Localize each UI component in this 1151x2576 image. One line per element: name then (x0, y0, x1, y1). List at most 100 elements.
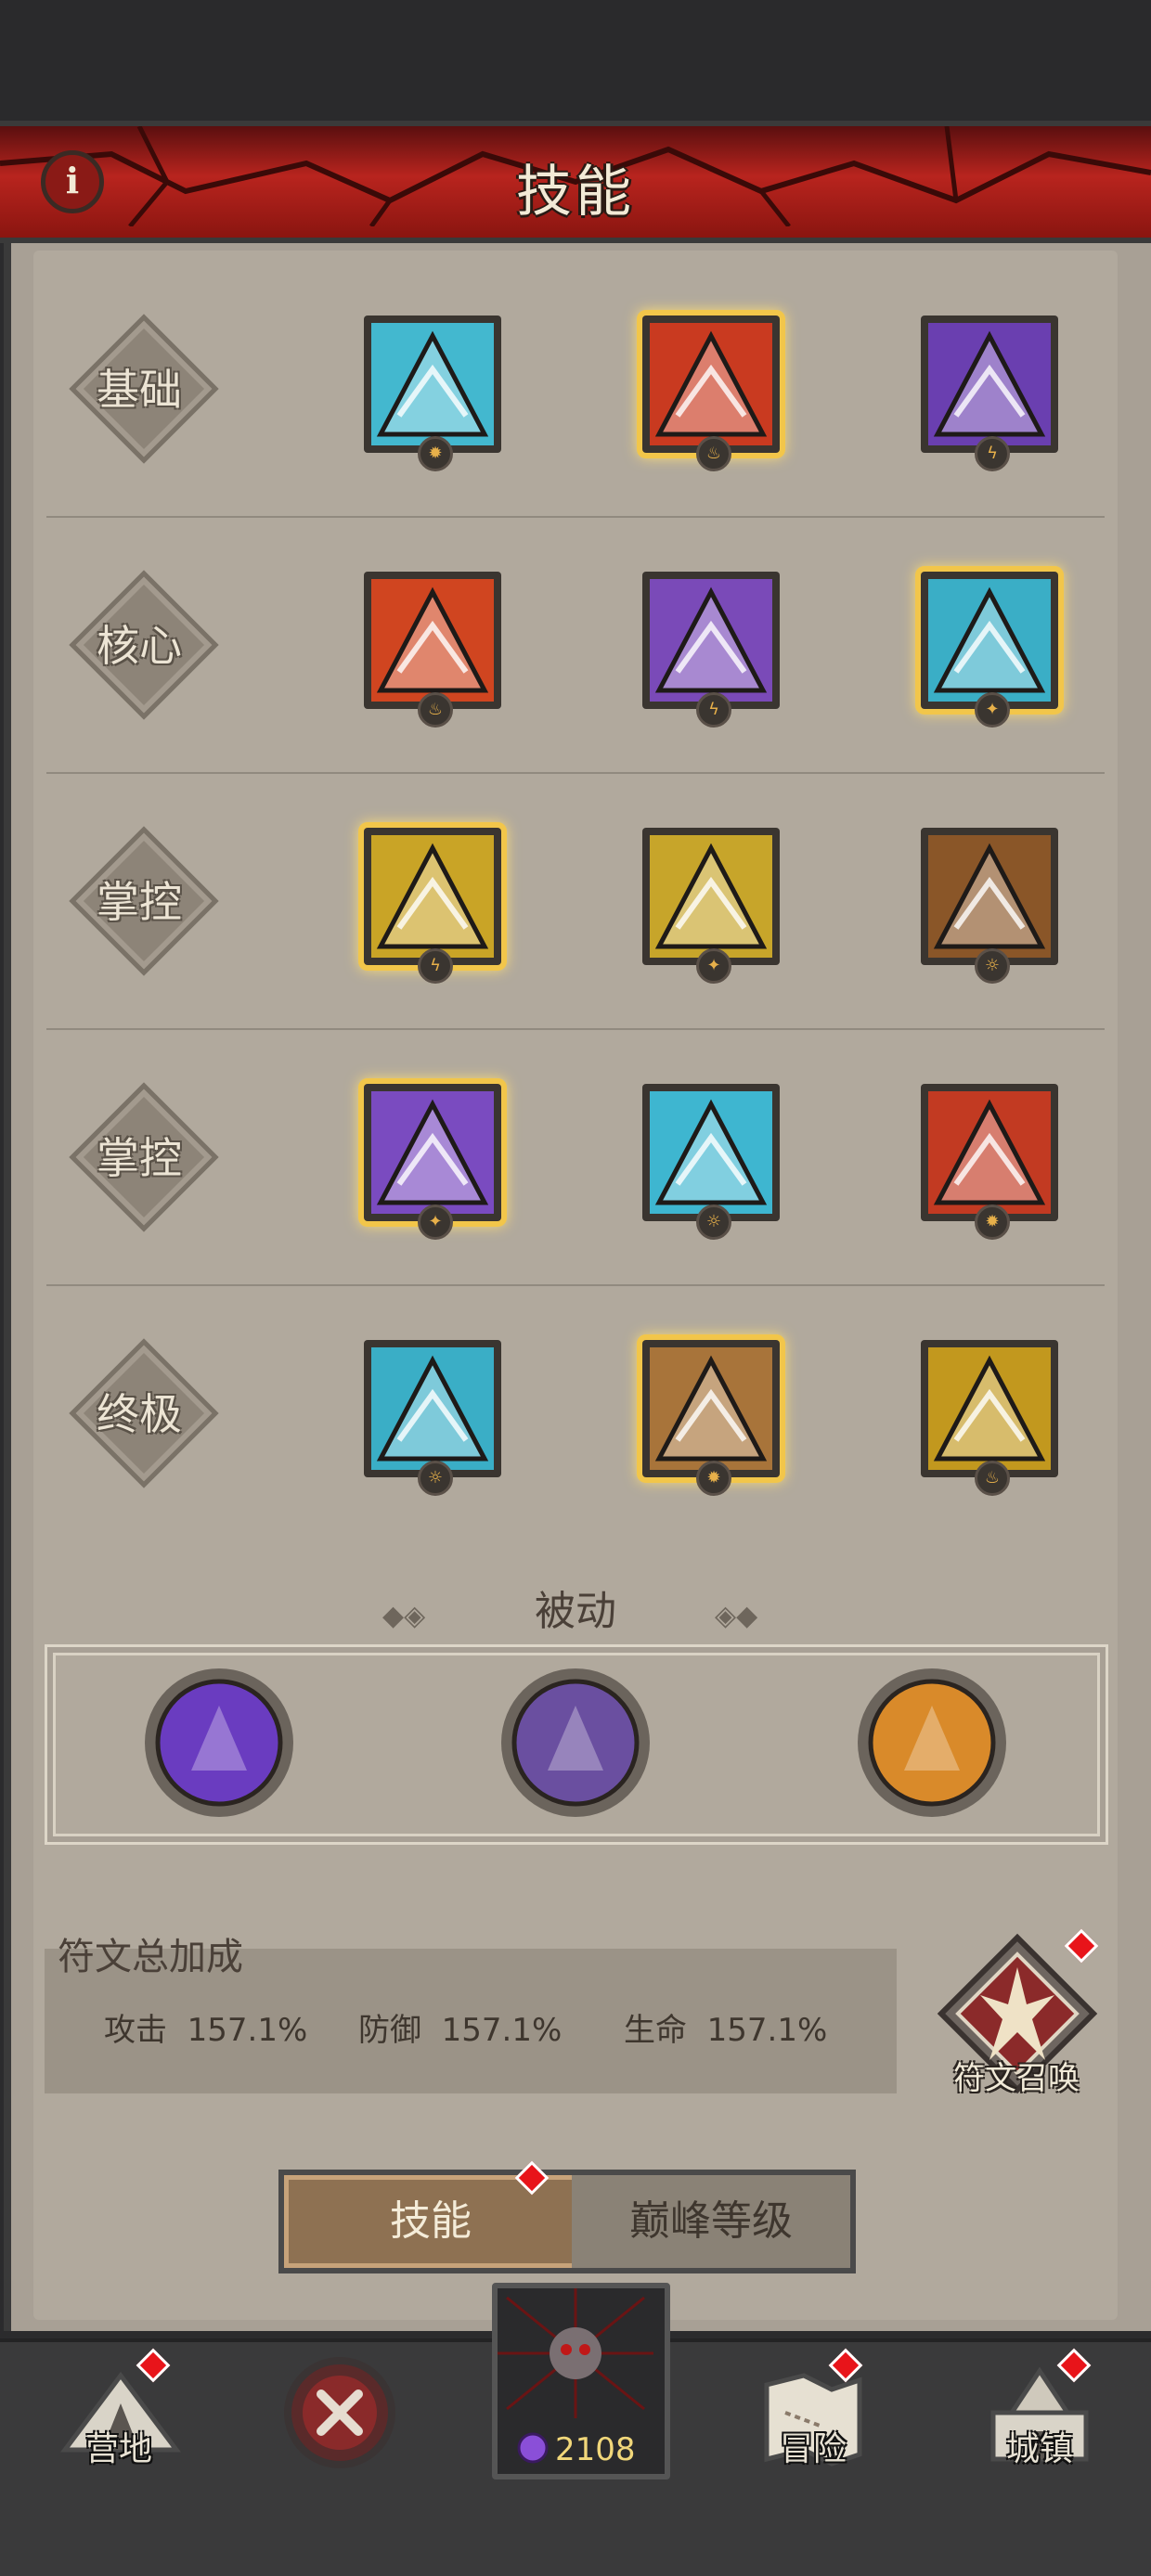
skill-frame (921, 1084, 1058, 1221)
row-divider (46, 516, 1105, 518)
row-label: 基础 (97, 365, 182, 415)
close-icon[interactable] (275, 2348, 405, 2478)
skill-slot[interactable]: ♨ (355, 562, 511, 728)
element-badge-icon: ♨ (696, 436, 731, 471)
page-title: 技能 (516, 160, 635, 225)
passive-skill[interactable] (145, 1668, 293, 1817)
element-badge-icon: ✦ (696, 948, 731, 984)
golden-spirit-skill-icon (650, 835, 772, 958)
rune-stat-label: 攻击 (104, 2012, 167, 2049)
row-divider (46, 1284, 1105, 1286)
element-badge-icon: ϟ (975, 436, 1010, 471)
lightning-bolt-skill-icon (928, 323, 1051, 445)
passive-title: 被动 (535, 1588, 616, 1635)
row-divider (46, 1028, 1105, 1030)
row-label: 掌控 (97, 877, 182, 927)
row-label-badge: 掌控 (65, 1078, 219, 1232)
element-badge-icon: ☼ (418, 1461, 453, 1496)
element-badge-icon: ✹ (696, 1461, 731, 1496)
skill-frame (364, 1084, 501, 1221)
skill-slot[interactable]: ✹ (912, 1075, 1067, 1240)
skill-slot[interactable]: ϟ (633, 562, 789, 728)
thunder-fist-skill-icon (650, 579, 772, 702)
skill-slot[interactable]: ϟ (355, 818, 511, 984)
row-label-badge: 终极 (65, 1334, 219, 1488)
passive-skill[interactable] (501, 1668, 650, 1817)
golden-rune-passive-icon (868, 1679, 996, 1807)
fireball-skill-icon (371, 579, 494, 702)
skill-frame (642, 828, 780, 965)
earth-clones-skill-icon (650, 1347, 772, 1470)
element-badge-icon: ☼ (975, 948, 1010, 984)
element-badge-icon: ✦ (418, 1204, 453, 1240)
row-label: 掌控 (97, 1133, 182, 1183)
skill-slot[interactable]: ϟ (912, 306, 1067, 471)
skill-slot[interactable]: ♨ (633, 306, 789, 471)
skill-slot[interactable]: ✦ (912, 562, 1067, 728)
passive-right-ornament: ◈◆ (715, 1600, 758, 1632)
element-badge-icon: ✦ (975, 692, 1010, 728)
nav-town-label: 城镇 (1005, 2430, 1073, 2468)
skill-frame (364, 1340, 501, 1477)
skill-slot[interactable]: ✦ (355, 1075, 511, 1240)
skill-slot[interactable]: ☼ (633, 1075, 789, 1240)
element-badge-icon: ☼ (696, 1204, 731, 1240)
rune-stat-defense: 防御 157.1% (358, 2004, 562, 2050)
rune-stat-label: 生命 (624, 2012, 687, 2049)
earth-vortex-skill-icon (928, 835, 1051, 958)
rune-stat-label: 防御 (358, 2012, 421, 2049)
element-badge-icon: ✹ (418, 436, 453, 471)
element-badge-icon: ♨ (418, 692, 453, 728)
row-label-badge: 核心 (65, 566, 219, 720)
row-divider (46, 772, 1105, 774)
demon-skull-icon (498, 2288, 653, 2418)
soul-gem-icon (517, 2432, 549, 2464)
skill-frame (364, 316, 501, 453)
skill-frame (642, 316, 780, 453)
row-label-badge: 掌控 (65, 822, 219, 976)
tab-peak-level[interactable]: 巅峰等级 (572, 2170, 856, 2273)
row-label-badge: 基础 (65, 310, 219, 464)
golden-avatar-skill-icon (928, 1347, 1051, 1470)
rune-stat-health: 生命 157.1% (624, 2004, 827, 2050)
fire-beast-skill-icon (928, 1091, 1051, 1214)
skill-slot[interactable]: ✹ (633, 1331, 789, 1496)
gem-count: 2108 (555, 2431, 636, 2468)
element-badge-icon: ♨ (975, 1461, 1010, 1496)
golden-crown-skill-icon (371, 835, 494, 958)
skill-frame (364, 828, 501, 965)
skill-frame (642, 1084, 780, 1221)
skill-frame (921, 1340, 1058, 1477)
skill-slot[interactable]: ✹ (355, 306, 511, 471)
skill-slot[interactable]: ✦ (633, 818, 789, 984)
frost-storm-skill-icon (371, 1347, 494, 1470)
skill-slot[interactable]: ☼ (912, 818, 1067, 984)
skill-frame (642, 572, 780, 709)
row-label: 终极 (97, 1389, 182, 1439)
status-area (0, 0, 1151, 121)
skill-frame (642, 1340, 780, 1477)
ice-spike-skill-icon (371, 323, 494, 445)
element-badge-icon: ϟ (696, 692, 731, 728)
fire-claw-skill-icon (650, 323, 772, 445)
skill-frame (921, 828, 1058, 965)
ice-shards-skill-icon (928, 579, 1051, 702)
skill-frame (921, 572, 1058, 709)
skill-slot[interactable]: ☼ (355, 1331, 511, 1496)
rune-stat-value: 157.1% (706, 2012, 828, 2049)
passive-skill[interactable] (858, 1668, 1006, 1817)
hooded-mage-passive-icon (511, 1679, 640, 1807)
nav-adventure-label: 冒险 (779, 2430, 847, 2468)
rune-stat-value: 157.1% (441, 2012, 563, 2049)
nav-camp-label: 营地 (84, 2430, 152, 2468)
lightning-orb-skill-icon (371, 1091, 494, 1214)
skill-slot[interactable]: ♨ (912, 1331, 1067, 1496)
info-icon[interactable]: i (41, 150, 104, 213)
rune-stat-value: 157.1% (187, 2012, 308, 2049)
rune-summon-label: 符文召唤 (953, 2060, 1080, 2097)
frost-nova-skill-icon (650, 1091, 772, 1214)
row-label: 核心 (97, 621, 182, 671)
title-banner: 技能 (0, 121, 1151, 243)
element-badge-icon: ϟ (418, 948, 453, 984)
element-badge-icon: ✹ (975, 1204, 1010, 1240)
